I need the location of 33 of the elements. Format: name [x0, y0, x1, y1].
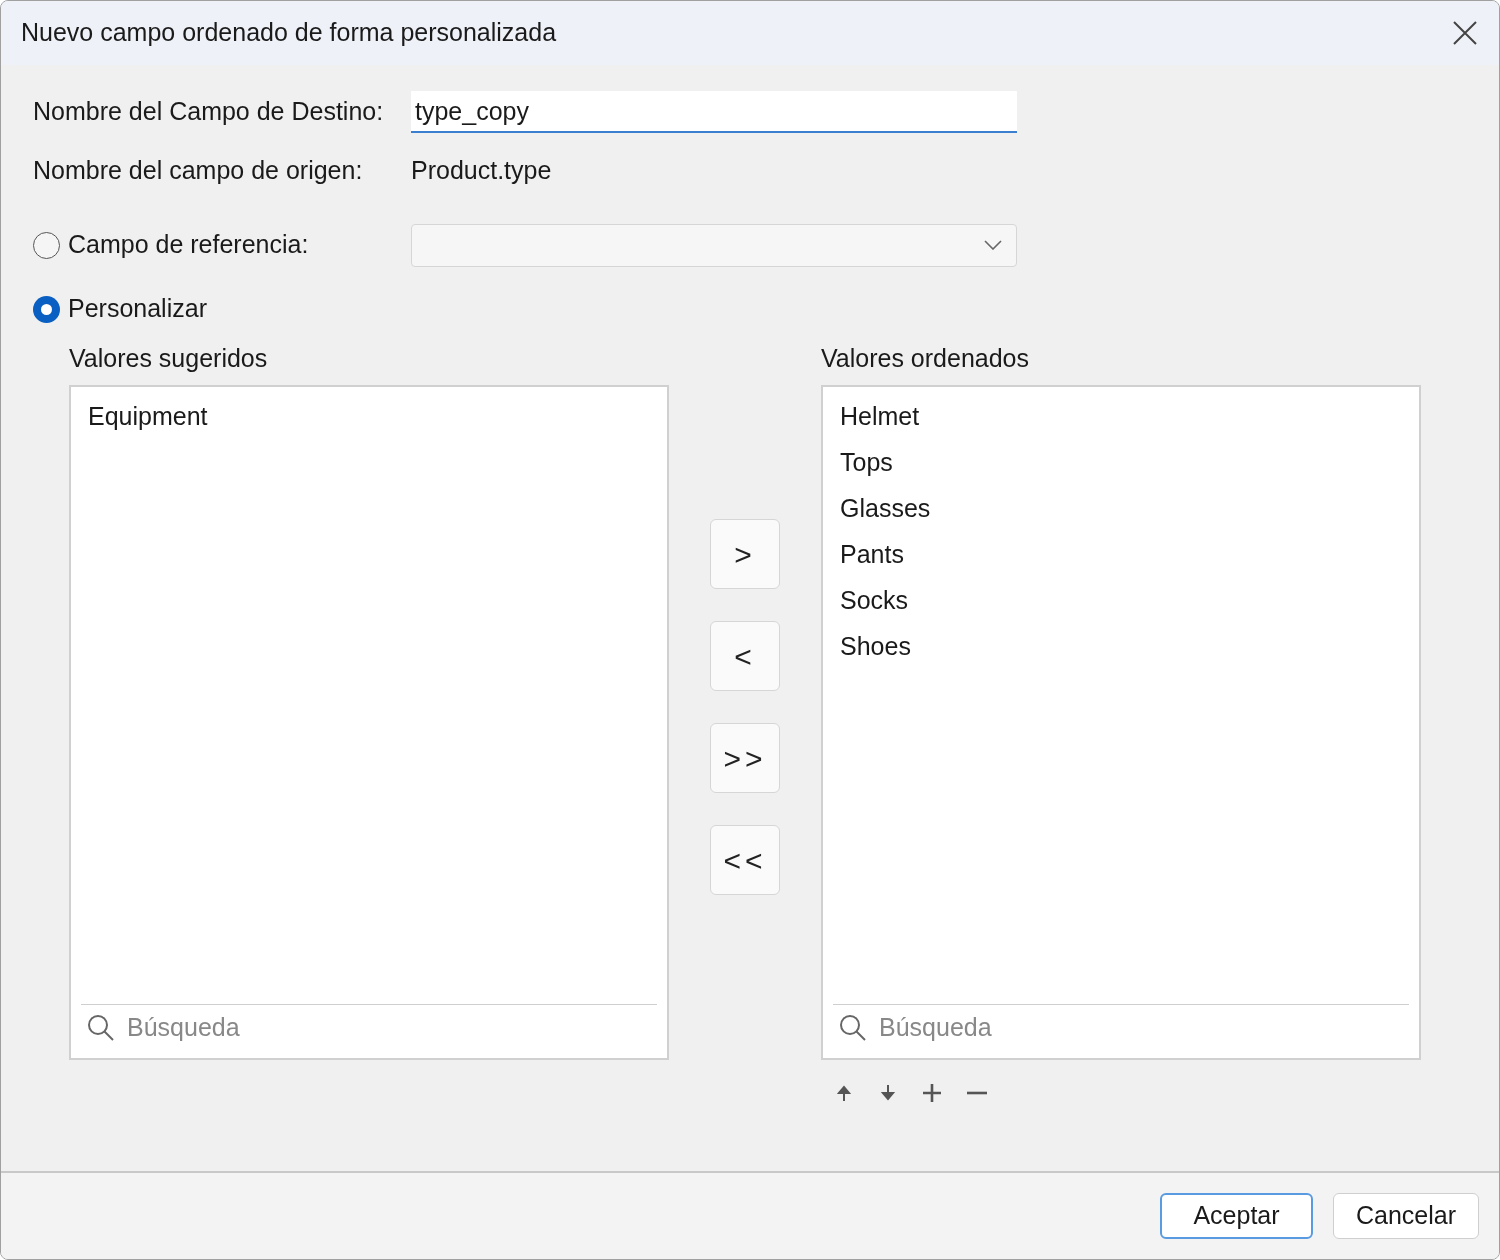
close-icon[interactable] — [1451, 19, 1479, 47]
dialog-button[interactable]: Aceptar — [1160, 1193, 1313, 1239]
option-label[interactable]: Personalizar — [68, 290, 207, 328]
field-label: Nombre del Campo de Destino: — [33, 96, 385, 128]
radio-button[interactable] — [33, 231, 60, 259]
list-heading: Valores ordenados — [821, 343, 1030, 373]
list-item[interactable]: Equipment — [88, 401, 208, 447]
input-field[interactable]: type_copy — [411, 91, 1017, 133]
radio-button[interactable] — [33, 295, 60, 323]
list-item[interactable]: Glasses — [840, 493, 931, 539]
list-item[interactable]: Pants — [840, 539, 904, 585]
search-icon — [839, 1013, 867, 1042]
option-label[interactable]: Campo de referencia: — [68, 226, 411, 264]
chevron-icon — [984, 240, 1002, 250]
list-item[interactable]: Tops — [840, 447, 893, 493]
transfer-button[interactable]: >> — [710, 723, 780, 793]
dialog-button[interactable]: Cancelar — [1333, 1193, 1479, 1239]
search-field[interactable]: Búsqueda — [127, 1008, 657, 1047]
field-value: Product.type — [411, 155, 552, 187]
list-item[interactable]: Helmet — [840, 401, 920, 447]
field-label: Nombre del campo de origen: — [33, 155, 364, 187]
list-heading: Valores sugeridos — [69, 343, 269, 373]
list-item[interactable]: Socks — [840, 585, 909, 631]
transfer-button[interactable]: << — [710, 825, 780, 895]
window-title: Nuevo campo ordenado de forma personalizada — [21, 17, 557, 49]
transfer-button[interactable]: > — [710, 519, 780, 589]
plus-icon[interactable] — [923, 1084, 941, 1102]
list-item[interactable]: Shoes — [840, 631, 911, 677]
arrow-up-icon[interactable] — [835, 1084, 853, 1102]
arrow-down-icon[interactable] — [879, 1084, 897, 1102]
transfer-button[interactable]: < — [710, 621, 780, 691]
search-icon — [87, 1013, 115, 1042]
search-field[interactable]: Búsqueda — [879, 1008, 1409, 1047]
